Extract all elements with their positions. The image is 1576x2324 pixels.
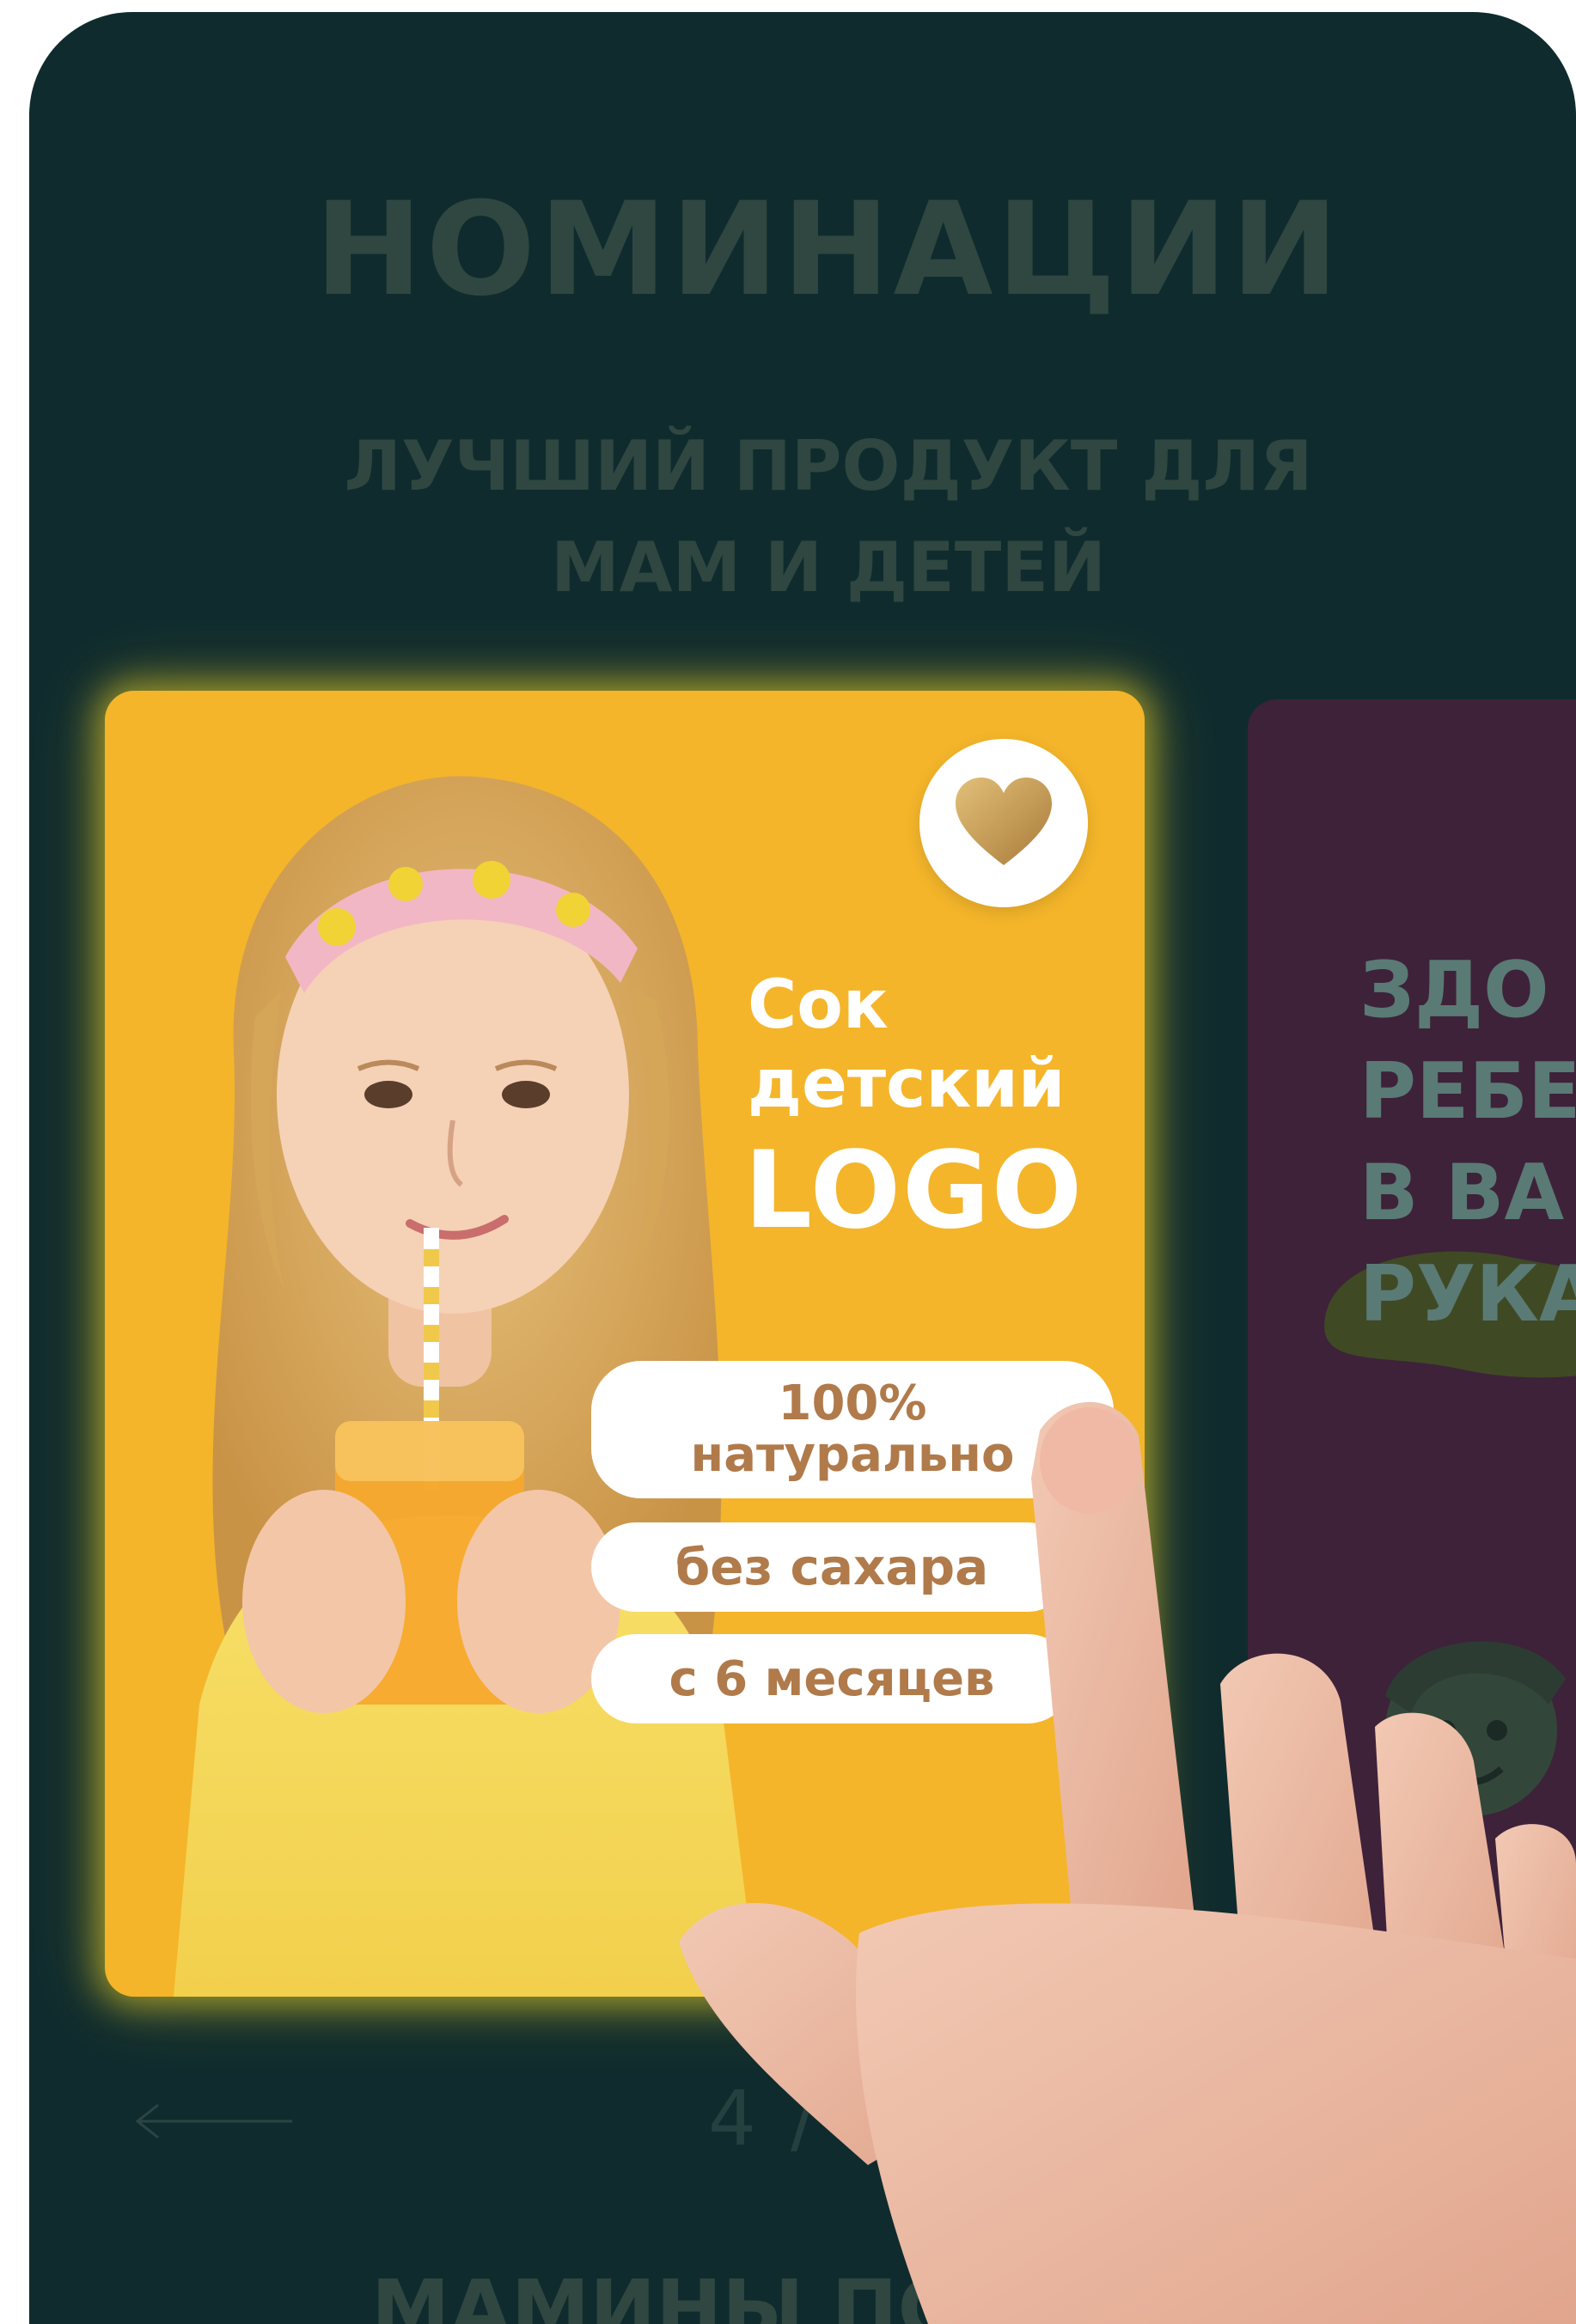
category-title-line1: ЛУЧШИЙ ПРОДУКТ ДЛЯ	[344, 426, 1313, 506]
favorite-badge[interactable]	[919, 739, 1088, 907]
feature-pill-natural-line2: натурально	[690, 1427, 1015, 1483]
nominee-card-current[interactable]: Сок детский LOGO 100% натурально без сах…	[105, 691, 1145, 1997]
page-title: НОМИНАЦИИ	[315, 175, 1342, 325]
product-name: Сок детский	[748, 966, 1066, 1124]
arrow-left-icon[interactable]	[132, 2100, 296, 2143]
nominee-card-next[interactable]: ЗДО РЕБЕ В ВА РУКА	[1248, 699, 1576, 1979]
character-illustration	[1385, 1641, 1566, 1816]
category-title: ЛУЧШИЙ ПРОДУКТ ДЛЯ МАМ И ДЕТЕЙ	[29, 416, 1576, 619]
next-card-title: ЗДО РЕБЕ В ВА РУКА	[1359, 945, 1576, 1339]
brand-logo: LOGO	[744, 1129, 1084, 1253]
feature-pill-age: с 6 месяцев	[591, 1634, 1072, 1723]
pagination-counter: 4 / 10	[708, 2074, 957, 2162]
product-name-line2: детский	[748, 1046, 1066, 1123]
heart-icon	[956, 778, 1052, 865]
feature-pill-natural: 100% натурально	[591, 1361, 1114, 1498]
feature-pill-natural-line1: 100%	[778, 1375, 927, 1431]
screen: НОМИНАЦИИ ЛУЧШИЙ ПРОДУКТ ДЛЯ МАМ И ДЕТЕЙ	[29, 12, 1576, 2324]
feature-pill-no-sugar: без сахара	[591, 1522, 1072, 1612]
category-title-line2: МАМ И ДЕТЕЙ	[551, 528, 1106, 607]
product-name-line1: Сок	[748, 967, 889, 1044]
next-category-title: МАМИНЫ ПО	[371, 2263, 965, 2324]
